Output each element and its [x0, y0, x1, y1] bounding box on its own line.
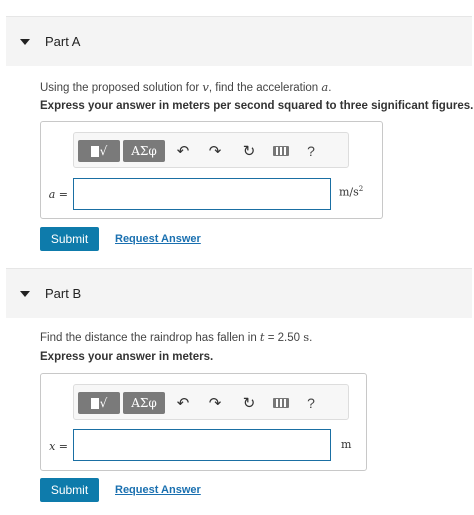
undo-icon[interactable]: ↶ — [172, 392, 194, 414]
unit-label: m — [341, 438, 351, 451]
unit-exponent: 2 — [358, 185, 364, 193]
request-answer-link-a[interactable]: Request Answer — [115, 233, 201, 245]
part-a-answer-box: √ ΑΣφ ↶ ↷ ↻ ? a = m/s2 — [40, 121, 383, 219]
part-b-answer-box: √ ΑΣφ ↶ ↷ ↻ ? x = m — [40, 373, 367, 471]
variable-label: a = — [41, 188, 73, 201]
redo-icon[interactable]: ↷ — [204, 140, 226, 162]
reset-icon[interactable]: ↻ — [238, 140, 260, 162]
answer-input-b[interactable] — [73, 429, 331, 461]
request-answer-link-b[interactable]: Request Answer — [115, 484, 201, 496]
prompt-text-end: . — [309, 332, 313, 344]
part-a-prompt: Using the proposed solution for v, find … — [40, 80, 331, 94]
reset-icon[interactable]: ↻ — [238, 392, 260, 414]
templates-button[interactable]: √ — [78, 392, 120, 414]
prompt-text: Using the proposed solution for — [40, 82, 203, 94]
part-b-header[interactable]: Part B — [6, 268, 472, 318]
prompt-text-mid: = 2.50 — [264, 332, 304, 344]
radical-icon: √ — [99, 396, 108, 410]
unit-text: m — [341, 438, 352, 451]
radical-icon: √ — [99, 144, 108, 158]
symbols-button[interactable]: ΑΣφ — [123, 392, 165, 414]
keyboard-icon[interactable] — [270, 392, 292, 414]
equals-sign: = — [55, 440, 68, 453]
math-toolbar: √ ΑΣφ ↶ ↷ ↻ ? — [73, 132, 349, 168]
prompt-text-end: . — [328, 82, 332, 94]
keyboard-icon[interactable] — [270, 140, 292, 162]
prompt-text: Find the distance the raindrop has falle… — [40, 332, 260, 344]
part-a-title: Part A — [45, 34, 81, 49]
part-a-instruction: Express your answer in meters per second… — [40, 100, 474, 112]
math-toolbar: √ ΑΣφ ↶ ↷ ↻ ? — [73, 384, 349, 420]
redo-icon[interactable]: ↷ — [204, 392, 226, 414]
symbols-button[interactable]: ΑΣφ — [123, 140, 165, 162]
variable-label: x = — [41, 440, 73, 453]
unit-label: m/s2 — [339, 185, 363, 199]
submit-button-a[interactable]: Submit — [40, 227, 99, 251]
undo-icon[interactable]: ↶ — [172, 140, 194, 162]
part-b-instruction: Express your answer in meters. — [40, 351, 214, 363]
help-button[interactable]: ? — [300, 392, 322, 414]
equals-sign: = — [55, 188, 68, 201]
help-button[interactable]: ? — [300, 140, 322, 162]
submit-button-b[interactable]: Submit — [40, 478, 99, 502]
prompt-text-mid: , find the acceleration — [208, 82, 322, 94]
caret-down-icon — [20, 38, 30, 45]
square-icon — [90, 397, 99, 409]
part-a-header[interactable]: Part A — [6, 16, 472, 66]
part-b-title: Part B — [45, 286, 82, 301]
templates-button[interactable]: √ — [78, 140, 120, 162]
unit-text: m/s — [339, 185, 359, 199]
caret-down-icon — [20, 290, 30, 297]
part-b-prompt: Find the distance the raindrop has falle… — [40, 330, 312, 344]
square-icon — [90, 145, 99, 157]
answer-input-a[interactable] — [73, 178, 331, 210]
